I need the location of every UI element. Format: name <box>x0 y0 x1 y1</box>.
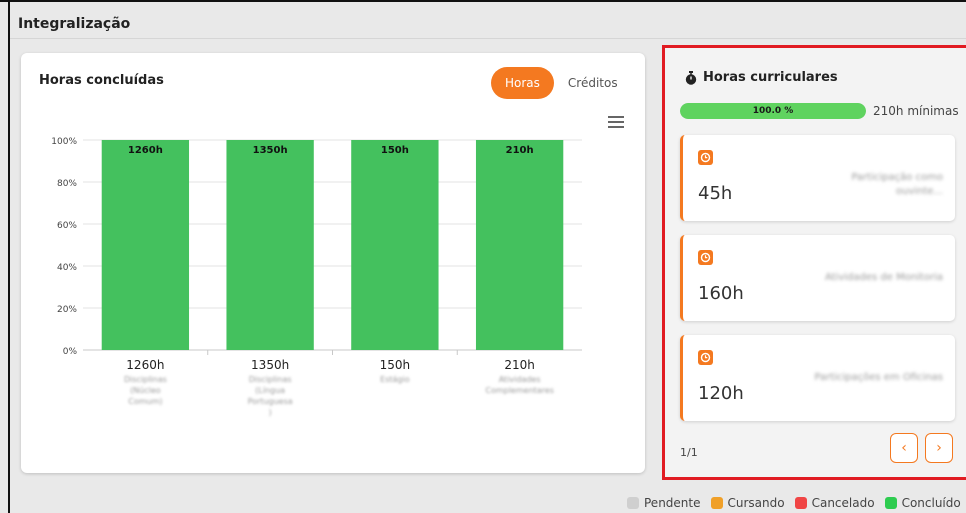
activity-hours: 160h <box>698 283 744 304</box>
page-title: Integralização <box>18 16 131 32</box>
bar-data-label: 150h <box>381 145 409 156</box>
pagination-indicator: 1/1 <box>680 446 698 459</box>
activity-label: Atividades de Monitoria <box>824 272 943 283</box>
activity-card[interactable]: 45h Participação como ouvinte... <box>680 135 955 221</box>
y-tick-label: 60% <box>57 221 77 231</box>
legend-label: Cursando <box>727 496 785 510</box>
legend-swatch <box>710 497 723 509</box>
clock-icon <box>698 150 713 165</box>
legend-label: Concluído <box>901 496 961 510</box>
progress-fill: 100.0 % <box>680 103 866 119</box>
bar-data-label: 1260h <box>128 145 163 156</box>
legend-label: Cancelado <box>811 496 875 510</box>
x-category-sublabel: Complementares <box>485 386 554 395</box>
window-top-border <box>0 0 966 2</box>
clock-icon <box>698 350 713 365</box>
chevron-left-icon: ‹ <box>901 440 907 456</box>
bar-chart: 0% 20% 40% 60% 80% 100% 1260h 1260h Disciplinas (… <box>51 137 582 417</box>
activity-hours: 45h <box>698 183 733 204</box>
activity-label: Participação como ouvinte... <box>851 172 943 197</box>
legend-swatch <box>627 497 639 509</box>
x-category-label: 1260h <box>126 358 164 372</box>
chevron-right-icon: › <box>936 440 942 456</box>
x-category-sublabel: Portuguesa <box>248 397 293 406</box>
toggle-credits[interactable]: Créditos <box>554 67 632 99</box>
y-tick-label: 80% <box>57 179 77 189</box>
curricular-hours-title: Horas curriculares <box>685 70 838 85</box>
y-tick-label: 40% <box>57 263 77 273</box>
x-category-label: 150h <box>380 358 411 372</box>
bar <box>351 140 439 350</box>
x-category-sublabel: Comum) <box>128 397 162 406</box>
chart-card-title: Horas concluídas <box>39 73 164 88</box>
x-category-label: 210h <box>504 358 535 372</box>
x-category-sublabel: Disciplinas <box>249 375 292 384</box>
next-page-button[interactable]: › <box>925 433 953 463</box>
bar <box>475 140 564 350</box>
hours-chart-card: Horas concluídas Horas Créditos 0% 20% 40%… <box>21 53 645 473</box>
bar-data-label: 1350h <box>253 145 288 156</box>
hours-credits-toggle: Horas Créditos <box>491 67 632 99</box>
prev-page-button[interactable]: ‹ <box>890 433 918 463</box>
activity-card[interactable]: 120h Participações em Oficinas <box>680 335 955 421</box>
legend-item-completed: Concluído <box>884 496 961 510</box>
curricular-progress-bar: 100.0 % <box>680 103 866 119</box>
y-tick-label: 0% <box>63 347 78 357</box>
curricular-hours-panel: Horas curriculares 100.0 % 210h mínimas … <box>662 45 966 480</box>
status-legend: Pendente Cursando Cancelado Concluído <box>627 496 966 510</box>
legend-item-in-progress: Cursando <box>710 496 785 510</box>
legend-item-pending: Pendente <box>627 496 701 510</box>
x-category-sublabel: Estágio <box>380 375 410 384</box>
legend-item-cancelled: Cancelado <box>794 496 875 510</box>
curricular-title-text: Horas curriculares <box>703 70 838 85</box>
legend-label: Pendente <box>644 496 701 510</box>
x-category-sublabel: Disciplinas <box>124 375 167 384</box>
bar <box>101 140 190 350</box>
activity-hours: 120h <box>698 383 744 404</box>
x-category-sublabel: (Núcleo <box>130 386 161 395</box>
window-left-border <box>8 0 10 513</box>
bar <box>226 140 314 350</box>
x-category-sublabel: ) <box>269 408 272 417</box>
activity-label: Participações em Oficinas <box>814 372 943 383</box>
y-tick-label: 20% <box>57 305 77 315</box>
bar-data-label: 210h <box>506 145 534 156</box>
x-category-sublabel: (Língua <box>255 386 285 395</box>
activity-card[interactable]: 160h Atividades de Monitoria <box>680 235 955 321</box>
title-divider <box>10 38 966 39</box>
toggle-hours[interactable]: Horas <box>491 67 554 99</box>
legend-swatch <box>884 497 897 509</box>
clock-icon <box>698 250 713 265</box>
legend-swatch <box>794 497 807 509</box>
minimum-hours-note: 210h mínimas <box>873 104 959 118</box>
y-tick-label: 100% <box>51 137 77 147</box>
x-category-label: 1350h <box>251 358 289 372</box>
x-category-sublabel: Atividades <box>499 375 541 384</box>
stopwatch-icon <box>685 70 697 85</box>
